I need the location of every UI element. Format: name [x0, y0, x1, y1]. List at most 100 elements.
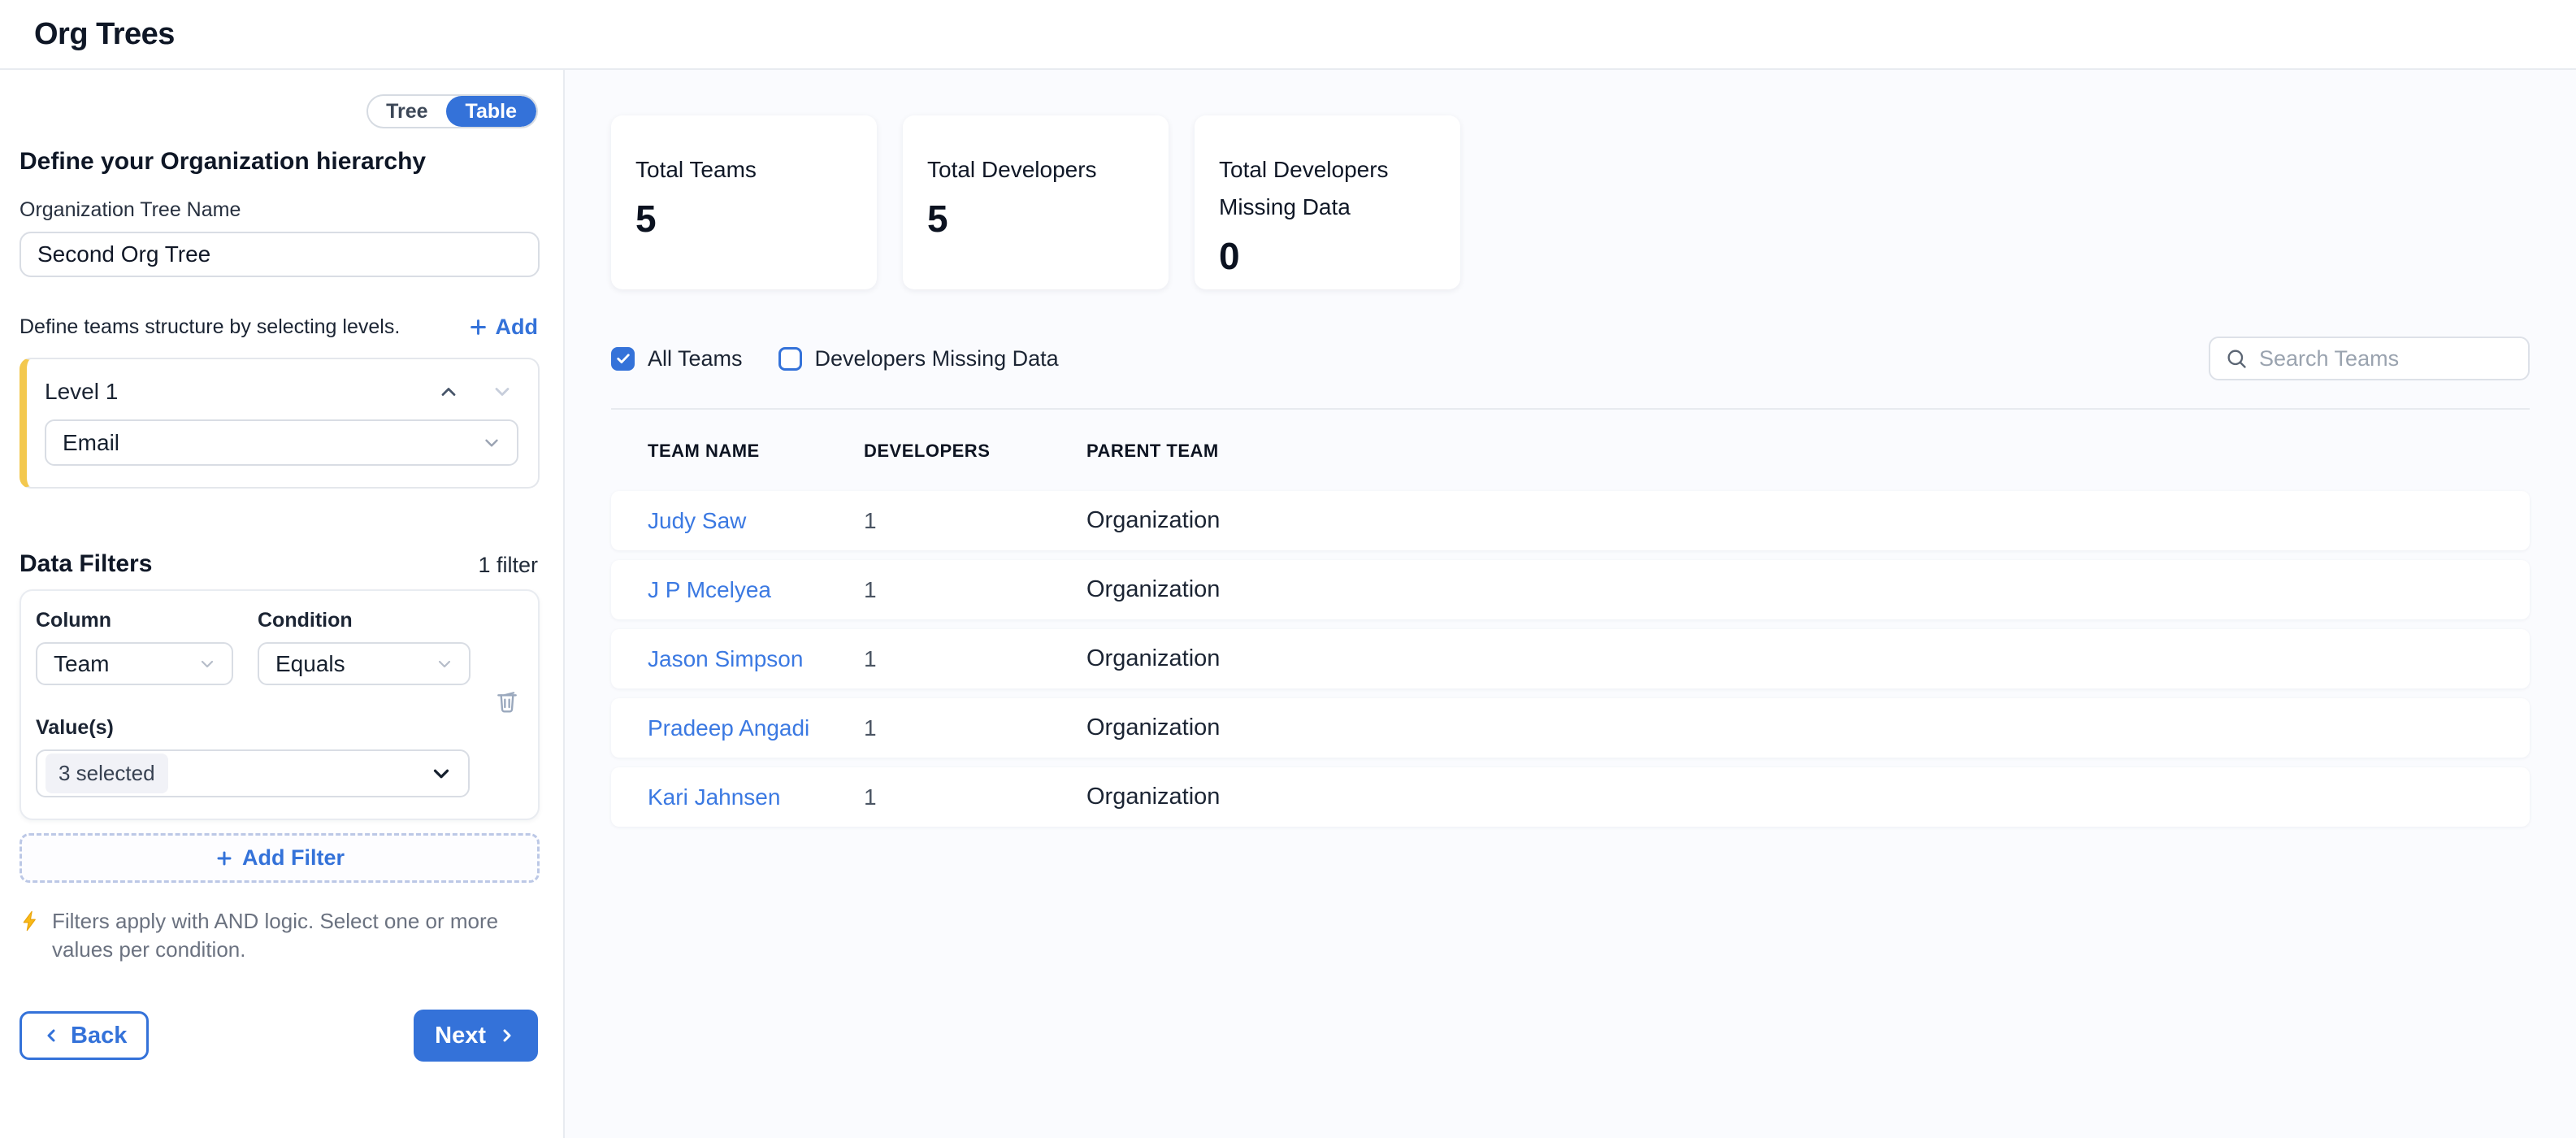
level-title: Level 1	[45, 379, 118, 405]
config-sidebar: Tree Table Define your Organization hier…	[0, 70, 565, 1138]
add-level-button[interactable]: Add	[467, 315, 538, 340]
next-label: Next	[435, 1023, 486, 1049]
values-label: Value(s)	[36, 716, 520, 740]
filter-condition-select[interactable]: Equals	[258, 642, 471, 685]
page-title: Org Trees	[34, 17, 175, 52]
chevron-up-icon[interactable]	[437, 380, 460, 403]
column-header-developers: DEVELOPERS	[864, 441, 1086, 462]
parent-team: Organization	[1086, 715, 2530, 741]
org-trees-app: Org Trees Tree Table Define your Organiz…	[0, 0, 2576, 1138]
teams-table-body: Judy Saw 1 Organization J P Mcelyea 1 Or…	[611, 491, 2530, 827]
search-teams-input[interactable]	[2259, 346, 2513, 371]
team-row: Judy Saw 1 Organization	[611, 491, 2530, 550]
filter-condition-field: Condition Equals	[258, 609, 471, 685]
team-row: Kari Jahnsen 1 Organization	[611, 767, 2530, 827]
chevron-left-icon	[41, 1026, 61, 1045]
team-row: Jason Simpson 1 Organization	[611, 629, 2530, 688]
filter-card: Column Team Condition Equals	[20, 589, 540, 820]
parent-team: Organization	[1086, 784, 2530, 810]
filter-column-field: Column Team	[36, 609, 233, 685]
search-teams[interactable]	[2209, 337, 2530, 380]
team-row: Pradeep Angadi 1 Organization	[611, 698, 2530, 758]
lightning-icon	[20, 909, 42, 964]
stat-value: 5	[635, 197, 852, 241]
data-filters-header: Data Filters 1 filter	[20, 550, 538, 578]
sidebar-heading: Define your Organization hierarchy	[20, 148, 538, 176]
toggle-table[interactable]: Table	[446, 96, 536, 127]
developer-count: 1	[864, 508, 1086, 534]
condition-value: Equals	[275, 651, 345, 677]
table-controls-row: All Teams Developers Missing Data	[611, 337, 2530, 380]
plus-icon	[215, 849, 234, 868]
trash-icon	[494, 687, 520, 715]
team-row: J P Mcelyea 1 Organization	[611, 560, 2530, 619]
tree-name-input[interactable]	[20, 232, 540, 277]
all-teams-checkbox[interactable]: All Teams	[611, 346, 743, 371]
team-link[interactable]: Jason Simpson	[648, 646, 864, 672]
chevron-down-icon	[197, 654, 217, 674]
condition-label: Condition	[258, 609, 471, 632]
all-teams-label: All Teams	[648, 346, 743, 371]
filter-fields-row: Column Team Condition Equals	[36, 609, 520, 685]
filter-checkboxes: All Teams Developers Missing Data	[611, 346, 1059, 371]
app-header: Org Trees	[0, 0, 2576, 70]
plus-icon	[467, 316, 489, 338]
levels-hint-row: Define teams structure by selecting leve…	[20, 315, 538, 340]
back-label: Back	[71, 1023, 127, 1049]
tree-name-label: Organization Tree Name	[20, 198, 538, 222]
filter-values-select[interactable]: 3 selected	[36, 749, 470, 797]
stat-card-missing-data: Total Developers Missing Data 0	[1195, 115, 1460, 289]
developer-count: 1	[864, 715, 1086, 741]
chevron-right-icon	[497, 1026, 517, 1045]
delete-filter-button[interactable]	[494, 687, 520, 715]
missing-data-checkbox[interactable]: Developers Missing Data	[778, 346, 1059, 371]
levels-hint: Define teams structure by selecting leve…	[20, 315, 400, 339]
column-label: Column	[36, 609, 233, 632]
parent-team: Organization	[1086, 507, 2530, 534]
team-link[interactable]: Judy Saw	[648, 508, 864, 534]
chevron-down-icon	[429, 762, 453, 786]
search-icon	[2225, 347, 2248, 370]
developer-count: 1	[864, 577, 1086, 603]
next-button[interactable]: Next	[414, 1010, 538, 1062]
stat-value: 5	[927, 197, 1144, 241]
view-toggle[interactable]: Tree Table	[366, 94, 538, 128]
view-toggle-row: Tree Table	[20, 94, 538, 128]
team-link[interactable]: Pradeep Angadi	[648, 715, 864, 741]
wizard-nav: Back Next	[20, 1010, 538, 1062]
back-button[interactable]: Back	[20, 1011, 149, 1060]
missing-data-label: Developers Missing Data	[815, 346, 1059, 371]
team-link[interactable]: Kari Jahnsen	[648, 784, 864, 810]
stat-card-total-teams: Total Teams 5	[611, 115, 877, 289]
checkbox-unchecked-icon	[778, 347, 802, 371]
chevron-down-icon[interactable]	[491, 380, 514, 403]
level-field-select[interactable]: Email	[45, 419, 518, 466]
team-link[interactable]: J P Mcelyea	[648, 577, 864, 603]
table-header-row: TEAM NAME DEVELOPERS PARENT TEAM	[611, 441, 2530, 462]
column-header-parent-team: PARENT TEAM	[1086, 441, 2530, 462]
selected-count-chip: 3 selected	[46, 754, 168, 793]
parent-team: Organization	[1086, 645, 2530, 672]
stats-row: Total Teams 5 Total Developers 5 Total D…	[611, 115, 2530, 289]
chevron-down-icon	[481, 432, 502, 454]
section-divider	[611, 408, 2530, 410]
filters-note: Filters apply with AND logic. Select one…	[20, 907, 515, 964]
parent-team: Organization	[1086, 576, 2530, 603]
data-filters-title: Data Filters	[20, 550, 152, 578]
level-header: Level 1	[45, 379, 518, 405]
filters-note-text: Filters apply with AND logic. Select one…	[52, 907, 515, 964]
add-level-label: Add	[496, 315, 538, 340]
filter-count-badge: 1 filter	[478, 553, 538, 578]
filter-column-select[interactable]: Team	[36, 642, 233, 685]
developer-count: 1	[864, 646, 1086, 672]
chevron-down-icon	[435, 654, 454, 674]
stat-label: Total Developers	[927, 151, 1118, 189]
level-reorder-controls	[437, 380, 514, 403]
content: Tree Table Define your Organization hier…	[0, 70, 2576, 1138]
stat-label: Total Developers Missing Data	[1219, 151, 1410, 226]
toggle-tree[interactable]: Tree	[368, 96, 445, 127]
stat-label: Total Teams	[635, 151, 826, 189]
add-filter-label: Add Filter	[242, 845, 345, 871]
add-filter-button[interactable]: Add Filter	[20, 833, 540, 883]
teams-overview: Total Teams 5 Total Developers 5 Total D…	[565, 70, 2576, 1138]
